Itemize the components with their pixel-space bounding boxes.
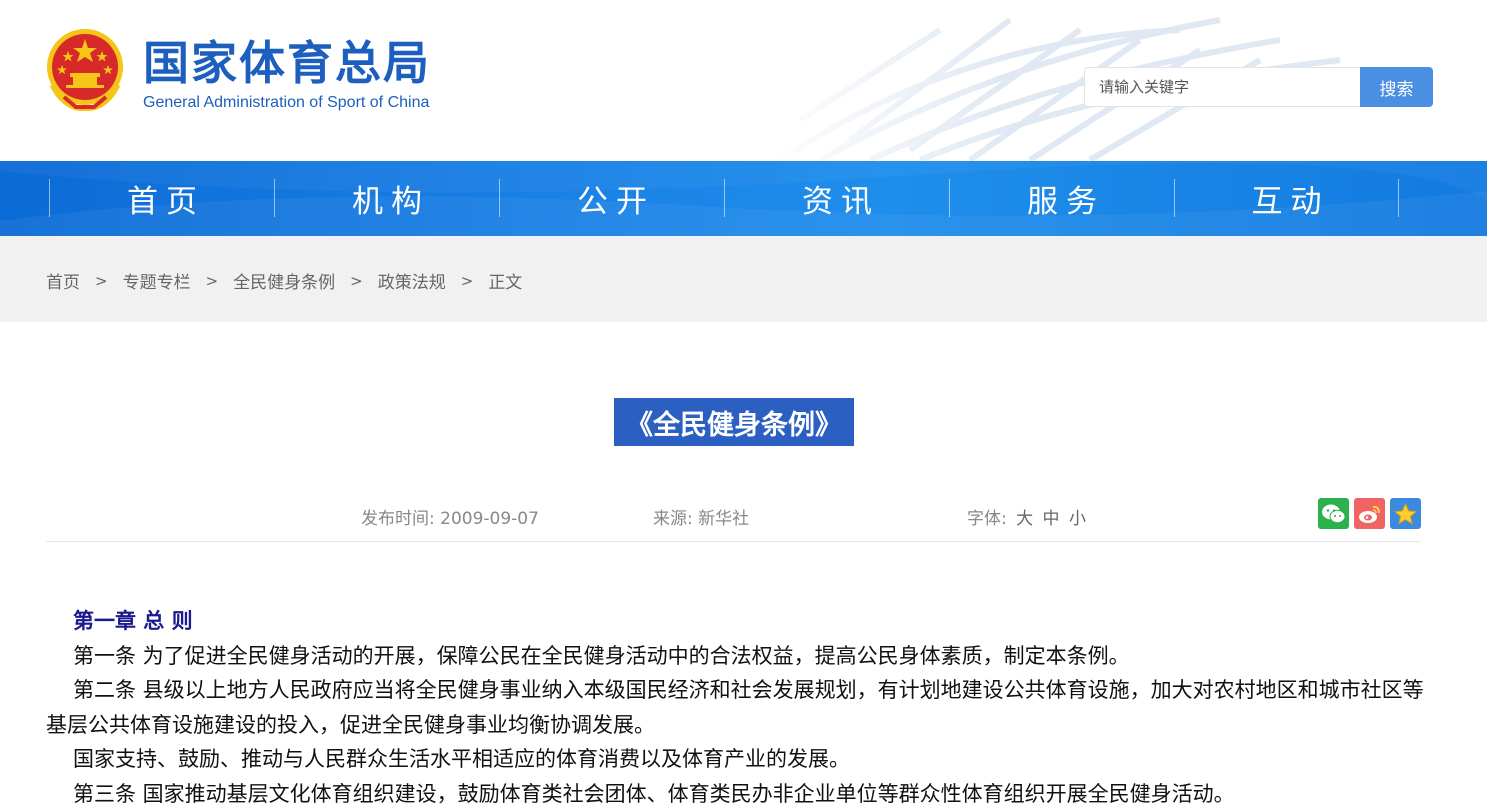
breadcrumb-policy-laws[interactable]: 政策法规 <box>378 268 446 293</box>
breadcrumb-special-topics[interactable]: 专题专栏 <box>123 268 191 293</box>
search-button[interactable]: 搜索 <box>1360 67 1433 107</box>
article-paragraph: 第三条 国家推动基层文化体育组织建设，鼓励体育类社会团体、体育类民办非企业单位等… <box>73 781 1235 806</box>
source-value: 新华社 <box>698 509 750 529</box>
breadcrumb-home[interactable]: 首页 <box>46 268 80 293</box>
article-title: 《全民健身条例》 <box>626 409 842 441</box>
publish-label: 发布时间: <box>361 509 435 529</box>
font-size-control: 字体: 大 中 小 <box>967 504 1086 529</box>
publish-date: 2009-09-07 <box>440 509 539 529</box>
nav-item-news[interactable]: 资讯 <box>724 179 949 220</box>
site-logo-chinese[interactable]: 国家体育总局 <box>143 36 431 90</box>
breadcrumb-separator: > <box>95 271 108 290</box>
site-header: 国家体育总局 General Administration of Sport o… <box>0 0 1487 161</box>
breadcrumb-bar: 首页 > 专题专栏 > 全民健身条例 > 政策法规 > 正文 <box>0 236 1487 322</box>
favorite-share-button[interactable] <box>1390 498 1421 529</box>
breadcrumb-separator: > <box>205 271 219 290</box>
font-size-large[interactable]: 大 <box>1016 509 1033 529</box>
wechat-share-button[interactable] <box>1318 498 1349 529</box>
search-input[interactable] <box>1084 67 1361 107</box>
nav-item-home[interactable]: 首页 <box>49 179 274 220</box>
breadcrumb-fitness-regulation[interactable]: 全民健身条例 <box>233 268 335 293</box>
breadcrumb-separator: > <box>350 271 363 290</box>
nav-item-services[interactable]: 服务 <box>949 179 1174 220</box>
article-paragraph: 第二条 县级以上地方人民政府应当将全民健身事业纳入本级国民经济和社会发展规划，有… <box>46 678 1424 737</box>
source-label: 来源: <box>653 509 693 529</box>
font-size-small[interactable]: 小 <box>1069 509 1086 529</box>
article-title-box: 《全民健身条例》 <box>614 398 854 446</box>
wechat-icon <box>1322 504 1346 523</box>
breadcrumb: 首页 > 专题专栏 > 全民健身条例 > 政策法规 > 正文 <box>46 268 523 294</box>
font-size-label: 字体: <box>967 509 1007 529</box>
nav-item-organization[interactable]: 机构 <box>274 179 499 220</box>
breadcrumb-separator: > <box>460 271 474 290</box>
article-paragraph: 国家支持、鼓励、推动与人民群众生活水平相适应的体育消费以及体育产业的发展。 <box>73 747 850 771</box>
nav-item-interaction[interactable]: 互动 <box>1174 179 1399 220</box>
nav-list: 首页 机构 公开 资讯 服务 互动 <box>49 179 1401 220</box>
article-meta: 发布时间: 2009-09-07 来源: 新华社 字体: 大 中 小 <box>46 498 1421 542</box>
publish-info: 发布时间: 2009-09-07 <box>361 504 539 529</box>
site-logo-english[interactable]: General Administration of Sport of China <box>143 93 429 113</box>
source-info: 来源: 新华社 <box>653 504 749 529</box>
weibo-icon <box>1359 505 1380 523</box>
article-body: 第一章 总 则 第一条 为了促进全民健身活动的开展，保障公民在全民健身活动中的合… <box>46 604 1426 811</box>
weibo-share-button[interactable] <box>1354 498 1385 529</box>
favorite-icon <box>1393 502 1418 525</box>
article-paragraph: 第一条 为了促进全民健身活动的开展，保障公民在全民健身活动中的合法权益，提高公民… <box>73 643 1130 668</box>
search-box: 搜索 <box>1084 67 1433 107</box>
breadcrumb-current: 正文 <box>488 273 523 293</box>
main-nav: 首页 机构 公开 资讯 服务 互动 <box>0 161 1487 236</box>
national-emblem-logo <box>47 29 123 111</box>
chapter-heading: 第一章 总 则 <box>73 609 193 633</box>
nav-item-public[interactable]: 公开 <box>499 179 724 220</box>
font-size-medium[interactable]: 中 <box>1043 509 1060 529</box>
